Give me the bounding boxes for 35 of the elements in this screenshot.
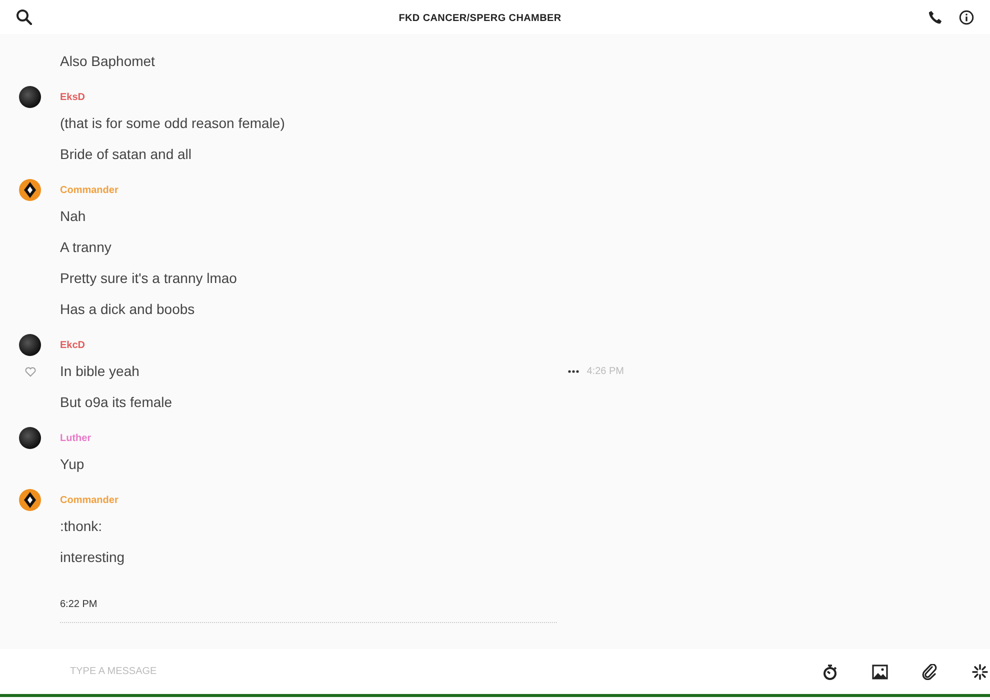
message-text: Bride of satan and all [60, 145, 192, 164]
chat-title: FKD CANCER/SPERG CHAMBER [398, 13, 562, 24]
avatar-circle [19, 334, 41, 356]
message-input[interactable]: TYPE A MESSAGE [68, 663, 368, 680]
time-divider-label: 6:22 PM [60, 598, 98, 612]
message-text: Also Baphomet [60, 52, 155, 71]
message-time: 4:26 PM [586, 365, 624, 379]
message-text: Nah [60, 207, 86, 226]
message-text: (that is for some odd reason female) [60, 114, 285, 133]
author-name: EksD [60, 90, 86, 104]
author-name: EkcD [60, 338, 86, 352]
heart-icon[interactable] [24, 366, 36, 376]
message-text: In bible yeah [60, 362, 140, 381]
message-text: Yup [60, 455, 84, 474]
emblem-avatar [19, 489, 41, 511]
paperclip-button[interactable] [922, 664, 938, 680]
message-text: :thonk: [60, 517, 102, 536]
message-text: interesting [60, 548, 125, 567]
author-name: Commander [60, 184, 118, 198]
message-text: A tranny [60, 238, 112, 257]
message-text: Pretty sure it's a tranny lmao [60, 269, 237, 288]
timer-button[interactable] [822, 664, 838, 680]
message-text: Has a dick and boobs [60, 300, 195, 319]
sparkle-button[interactable] [972, 664, 988, 680]
author-name: Luther [60, 432, 92, 446]
more-icon[interactable] [568, 370, 579, 373]
search-button[interactable] [16, 9, 32, 25]
avatar-circle [19, 86, 41, 108]
message-text: But o9a its female [60, 393, 172, 412]
emblem-avatar [19, 179, 41, 201]
author-name: Commander [60, 494, 118, 508]
phone-button[interactable] [928, 10, 943, 24]
avatar-circle [19, 427, 41, 449]
info-button[interactable] [959, 10, 974, 24]
image-button[interactable] [872, 664, 888, 680]
